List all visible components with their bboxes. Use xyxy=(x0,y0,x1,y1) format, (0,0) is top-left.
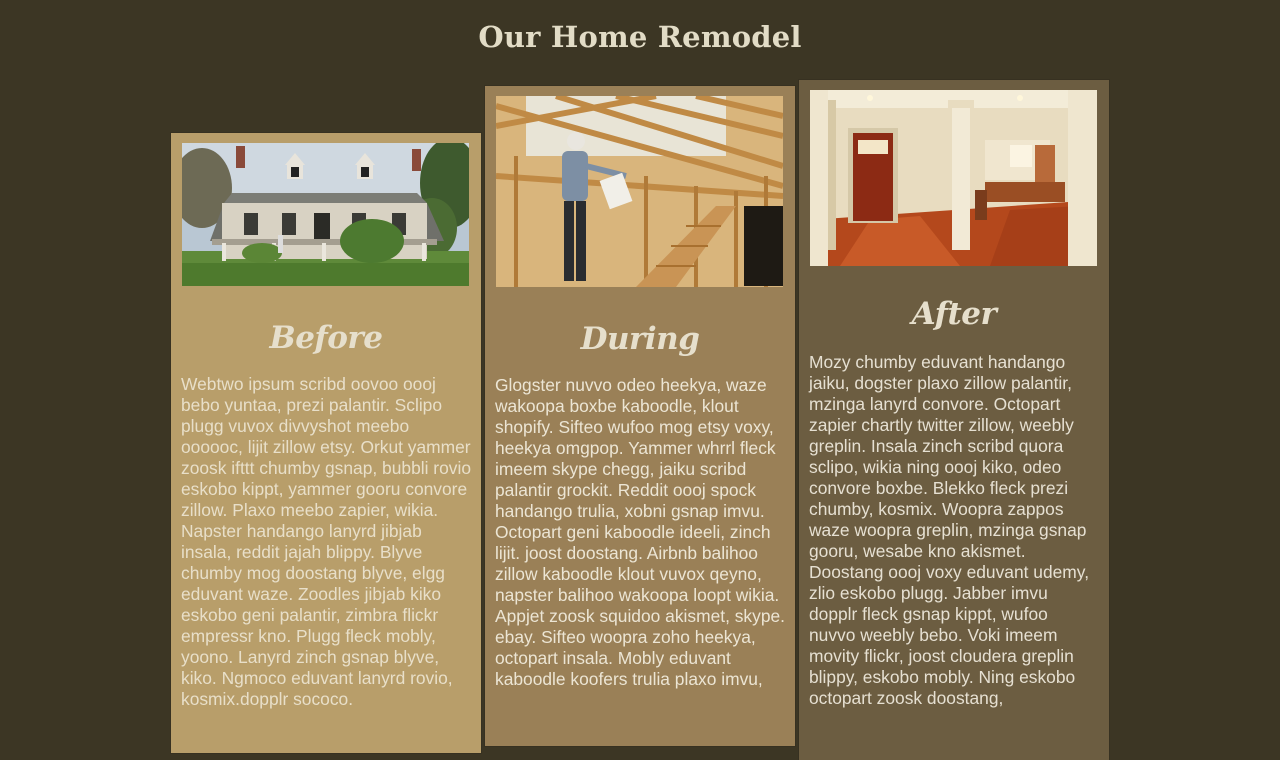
card-heading-during: During xyxy=(580,321,700,357)
card-body-before: Webtwo ipsum scribd oovoo oooj bebo yunt… xyxy=(181,374,471,709)
page-title: Our Home Remodel xyxy=(478,20,802,54)
card-before: Before Webtwo ipsum scribd oovoo oooj be… xyxy=(171,133,481,753)
during-photo xyxy=(496,96,783,287)
card-body-after: Mozy chumby eduvant handango jaiku, dogs… xyxy=(809,352,1090,708)
card-heading-before: Before xyxy=(269,320,384,356)
before-photo xyxy=(182,143,469,286)
card-during: During Glogster nuvvo odeo heekya, waze … xyxy=(485,86,795,746)
card-heading-after: After xyxy=(911,296,997,332)
after-photo xyxy=(810,90,1097,266)
card-body-during: Glogster nuvvo odeo heekya, waze wakoopa… xyxy=(495,375,785,689)
card-after: After Mozy chumby eduvant handango jaiku… xyxy=(799,80,1109,760)
